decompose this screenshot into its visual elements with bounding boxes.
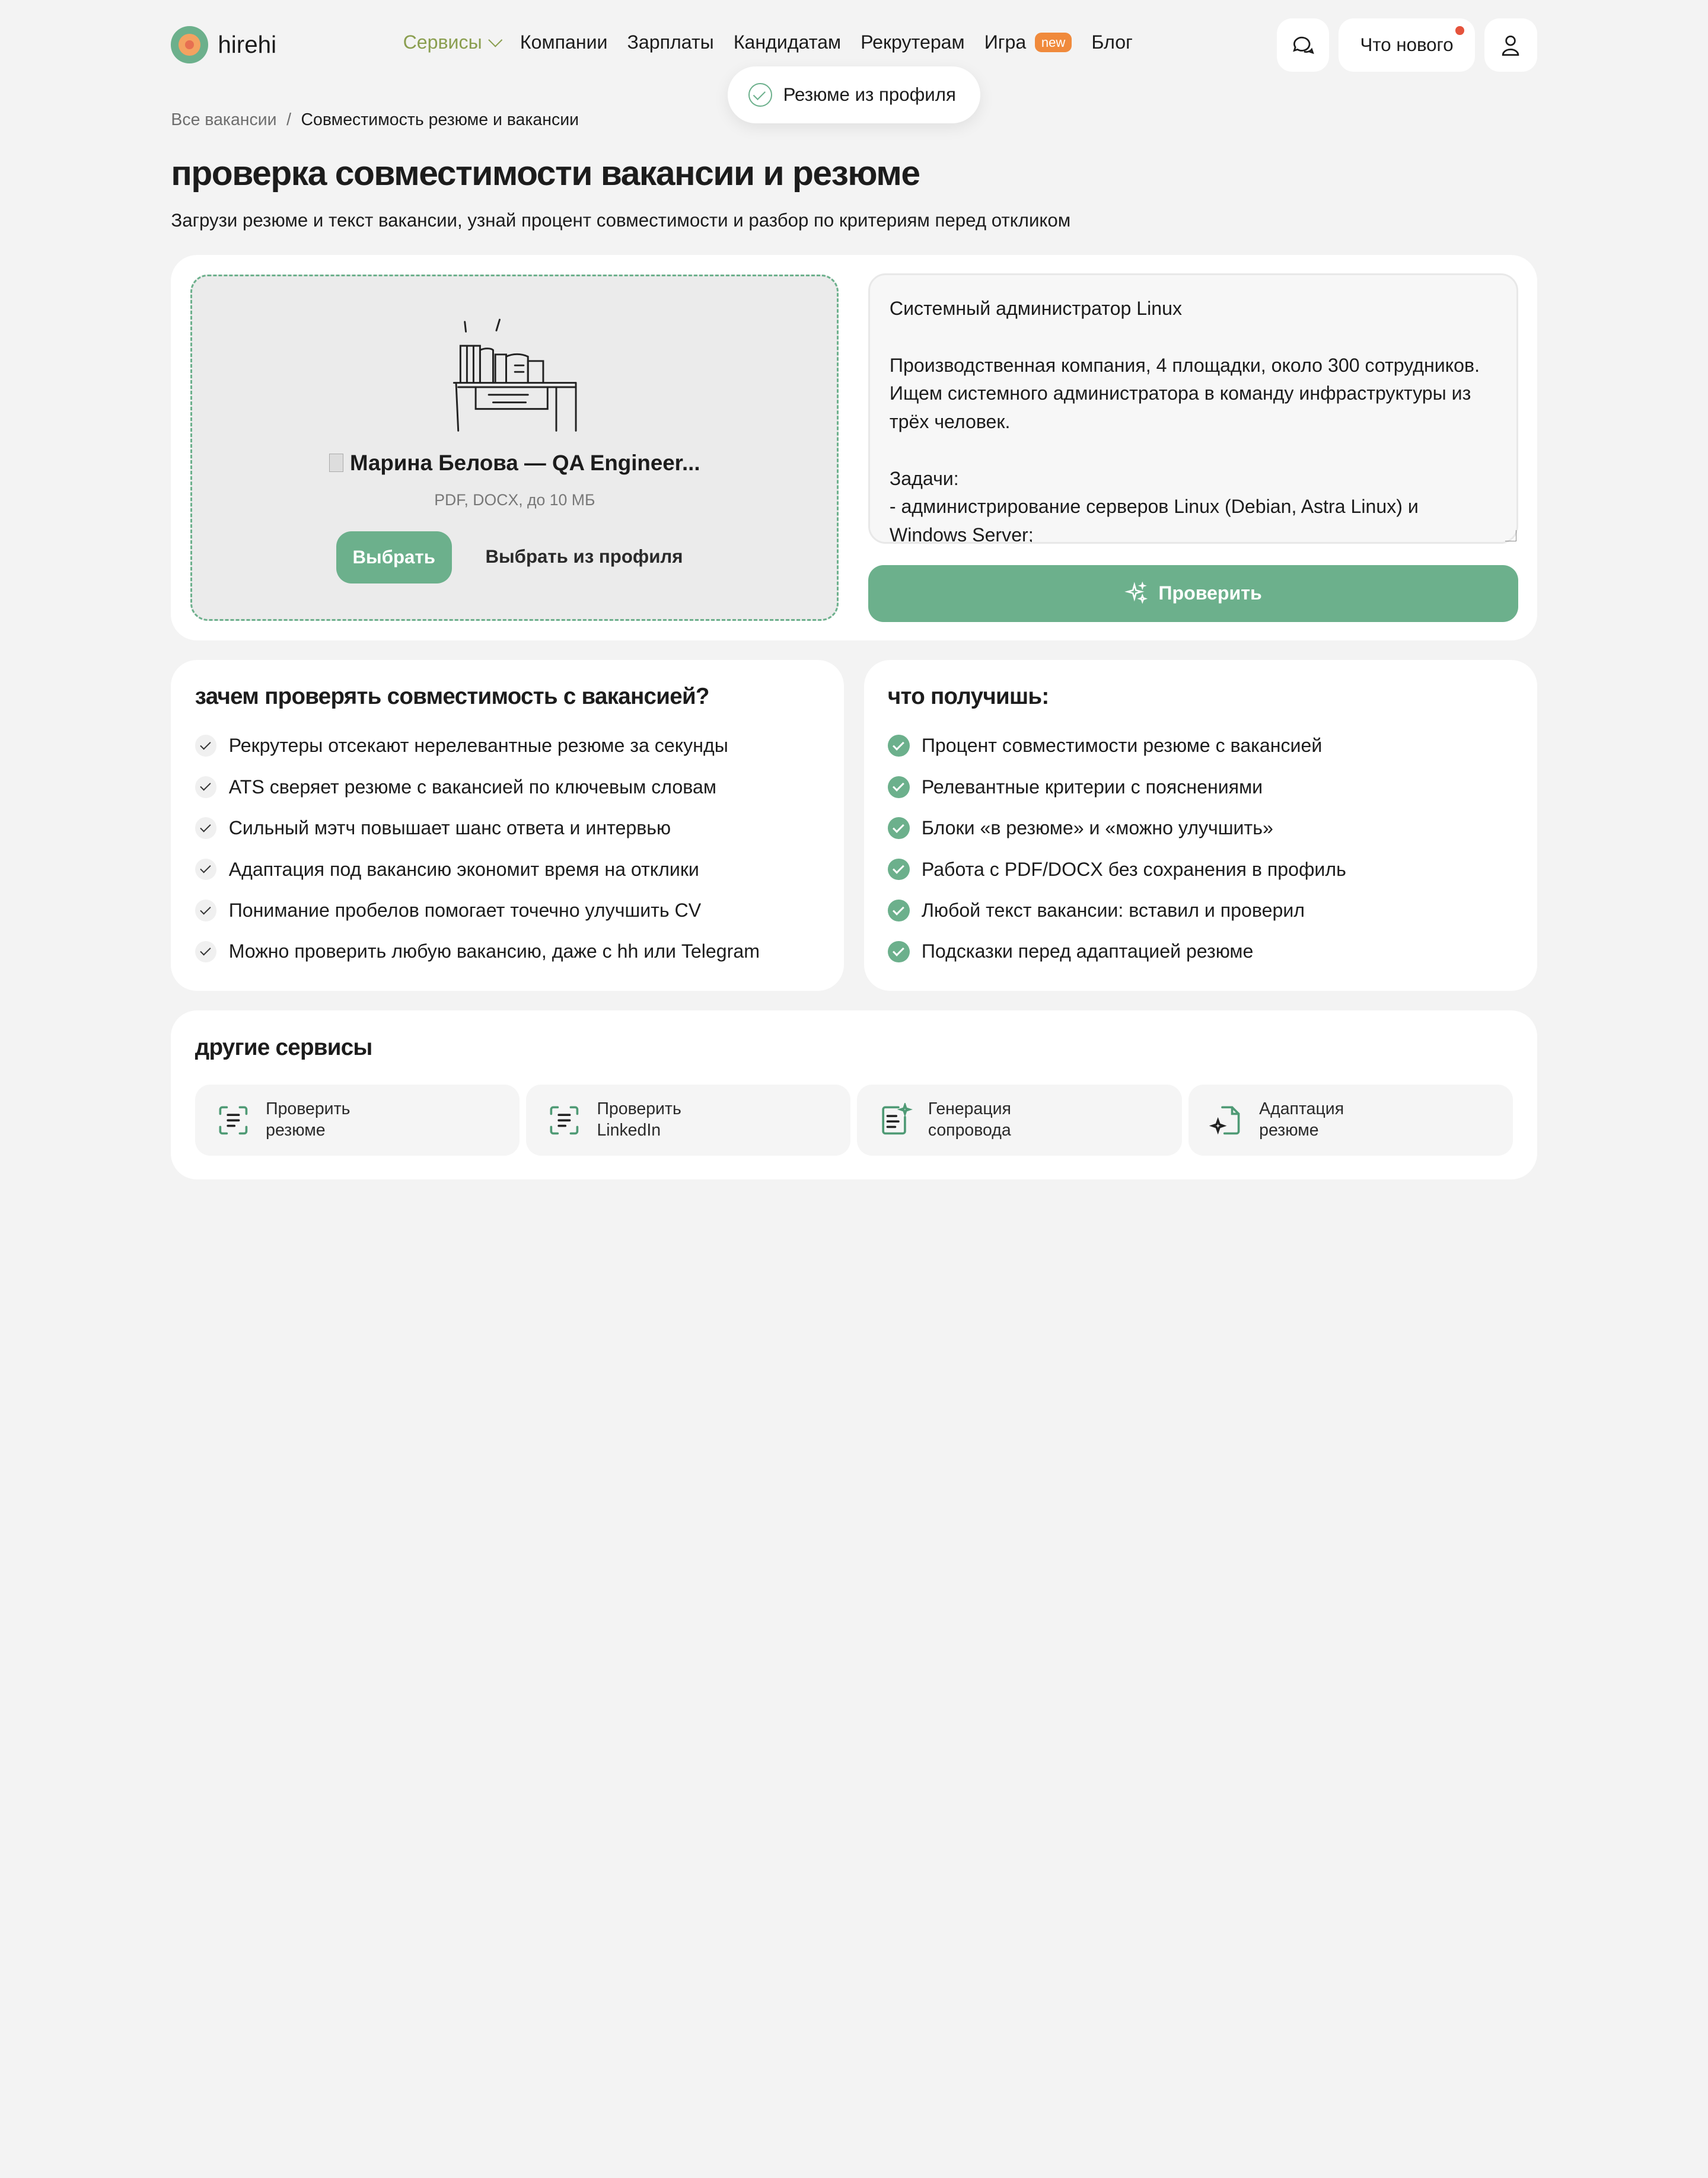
check-circle-icon [887, 735, 910, 757]
nav-blog[interactable]: Блог [1091, 31, 1132, 53]
service-cover-letter[interactable]: Генерация сопровода [857, 1085, 1182, 1156]
check-icon [195, 940, 217, 963]
list-item: Любой текст вакансии: вставил и проверил [887, 890, 1513, 931]
service-label: Генерация сопровода [928, 1099, 1011, 1140]
services-row: Проверить резюме Проверить LinkedIn Генера… [195, 1085, 1513, 1156]
other-services-card: другие сервисы Проверить резюме Проверить… [171, 1010, 1537, 1180]
list-item: Рекрутеры отсекают нерелевантные резюме … [195, 725, 820, 766]
chat-button[interactable] [1276, 18, 1329, 72]
service-check-linkedin[interactable]: Проверить LinkedIn [526, 1085, 851, 1156]
nav-game[interactable]: Игра new [984, 31, 1072, 53]
desk-illustration-icon [453, 318, 577, 432]
vacancy-text-input[interactable]: Системный администратор Linux Производст… [868, 273, 1519, 544]
check-icon [195, 776, 217, 798]
check-button[interactable]: Проверить [868, 565, 1519, 622]
breadcrumb: Все вакансии / Совместимость резюме и ва… [171, 110, 579, 130]
list-item: Подсказки перед адаптацией резюме [887, 931, 1513, 972]
service-label: Проверить LinkedIn [597, 1099, 681, 1140]
whats-new-label: Что нового [1360, 34, 1454, 56]
check-circle-icon [887, 817, 910, 840]
user-icon [1502, 36, 1519, 56]
nav-recruiters[interactable]: Рекрутерам [861, 31, 965, 53]
breadcrumb-current: Совместимость резюме и вакансии [301, 110, 579, 129]
logo-icon [171, 26, 208, 63]
nav-game-label: Игра [984, 31, 1027, 53]
check-button-label: Проверить [1158, 582, 1262, 604]
service-adapt-resume[interactable]: Адаптация резюме [1188, 1085, 1513, 1156]
profile-button[interactable] [1484, 18, 1537, 72]
service-check-resume[interactable]: Проверить резюме [195, 1085, 520, 1156]
resume-dropzone[interactable]: Марина Белова — QA Engineer... PDF, DOCX… [190, 274, 839, 621]
check-icon [195, 735, 217, 757]
nav-salaries[interactable]: Зарплаты [627, 31, 714, 53]
check-circle-icon [887, 900, 910, 921]
file-icon [329, 454, 343, 473]
list-item: ATS сверяет резюме с вакансией по ключев… [195, 767, 820, 808]
toast-notification: Резюме из профиля [727, 66, 981, 123]
main-nav: Сервисы Компании Зарплаты Кандидатам Рек… [403, 31, 1133, 53]
list-item: Блоки «в резюме» и «можно улучшить» [887, 808, 1513, 849]
toast-text: Резюме из профиля [783, 84, 956, 105]
nav-companies[interactable]: Компании [520, 31, 608, 53]
check-icon [195, 817, 217, 840]
resize-handle[interactable] [1505, 530, 1516, 541]
list-item: Понимание пробелов помогает точечно улуч… [195, 890, 820, 931]
breadcrumb-root[interactable]: Все вакансии [171, 110, 276, 130]
what-you-get-title: что получишь: [887, 684, 1049, 710]
list-item: Можно проверить любую вакансию, даже с h… [195, 931, 820, 972]
logo-text: hirehi [218, 30, 277, 58]
what-you-get-card: что получишь: Процент совместимости резю… [863, 660, 1537, 991]
what-you-get-list: Процент совместимости резюме с вакансией… [887, 725, 1513, 972]
chat-icon [1292, 37, 1314, 55]
service-label: Адаптация резюме [1259, 1099, 1344, 1140]
nav-services[interactable]: Сервисы [403, 31, 503, 53]
nav-candidates[interactable]: Кандидатам [734, 31, 841, 53]
list-item: Процент совместимости резюме с вакансией [887, 725, 1513, 766]
list-item: Адаптация под вакансию экономит время на… [195, 849, 820, 889]
logo[interactable]: hirehi [171, 26, 276, 63]
check-circle-icon [887, 940, 910, 963]
why-check-title: зачем проверять совместимость с вакансие… [195, 684, 710, 710]
scan-doc-icon [219, 1106, 247, 1134]
service-label: Проверить резюме [266, 1099, 350, 1140]
why-check-card: зачем проверять совместимость с вакансие… [171, 660, 845, 991]
whats-new-button[interactable]: Что нового [1339, 18, 1475, 72]
sparkle-icon [1124, 581, 1148, 604]
file-format-hint: PDF, DOCX, до 10 МБ [434, 490, 595, 509]
check-icon [195, 858, 217, 881]
nav-services-label: Сервисы [403, 31, 482, 53]
choose-from-profile-button[interactable]: Выбрать из профиля [485, 546, 683, 567]
chevron-down-icon [488, 33, 503, 47]
check-circle-icon [887, 776, 910, 798]
why-check-list: Рекрутеры отсекают нерелевантные резюме … [195, 725, 820, 972]
new-badge: new [1034, 33, 1072, 53]
list-item: Сильный мэтч повышает шанс ответа и инте… [195, 808, 820, 849]
file-name-text: Марина Белова — QA Engineer... [349, 450, 700, 475]
scan-doc-icon [550, 1106, 579, 1134]
list-item: Релевантные критерии с пояснениями [887, 767, 1513, 808]
doc-sparkle-icon [882, 1102, 913, 1134]
checker-card: Марина Белова — QA Engineer... PDF, DOCX… [171, 254, 1537, 640]
header: hirehi Сервисы Компании Зарплаты Кандида… [171, 18, 1537, 72]
file-sparkle-icon [1209, 1106, 1240, 1134]
selected-file-name: Марина Белова — QA Engineer... [192, 451, 837, 476]
notification-dot [1455, 26, 1464, 35]
page-subtitle: Загрузи резюме и текст вакансии, узнай п… [171, 210, 1071, 231]
choose-file-button[interactable]: Выбрать [336, 531, 452, 583]
check-circle-icon [748, 82, 773, 107]
list-item: Работа с PDF/DOCX без сохранения в профи… [887, 849, 1513, 889]
page-title: проверка совместимости вакансии и резюме [171, 154, 920, 193]
check-circle-icon [887, 858, 910, 881]
page: hirehi Сервисы Компании Зарплаты Кандида… [0, 0, 1708, 1186]
other-services-title: другие сервисы [195, 1034, 373, 1060]
breadcrumb-separator: / [286, 110, 291, 129]
check-icon [195, 900, 217, 921]
